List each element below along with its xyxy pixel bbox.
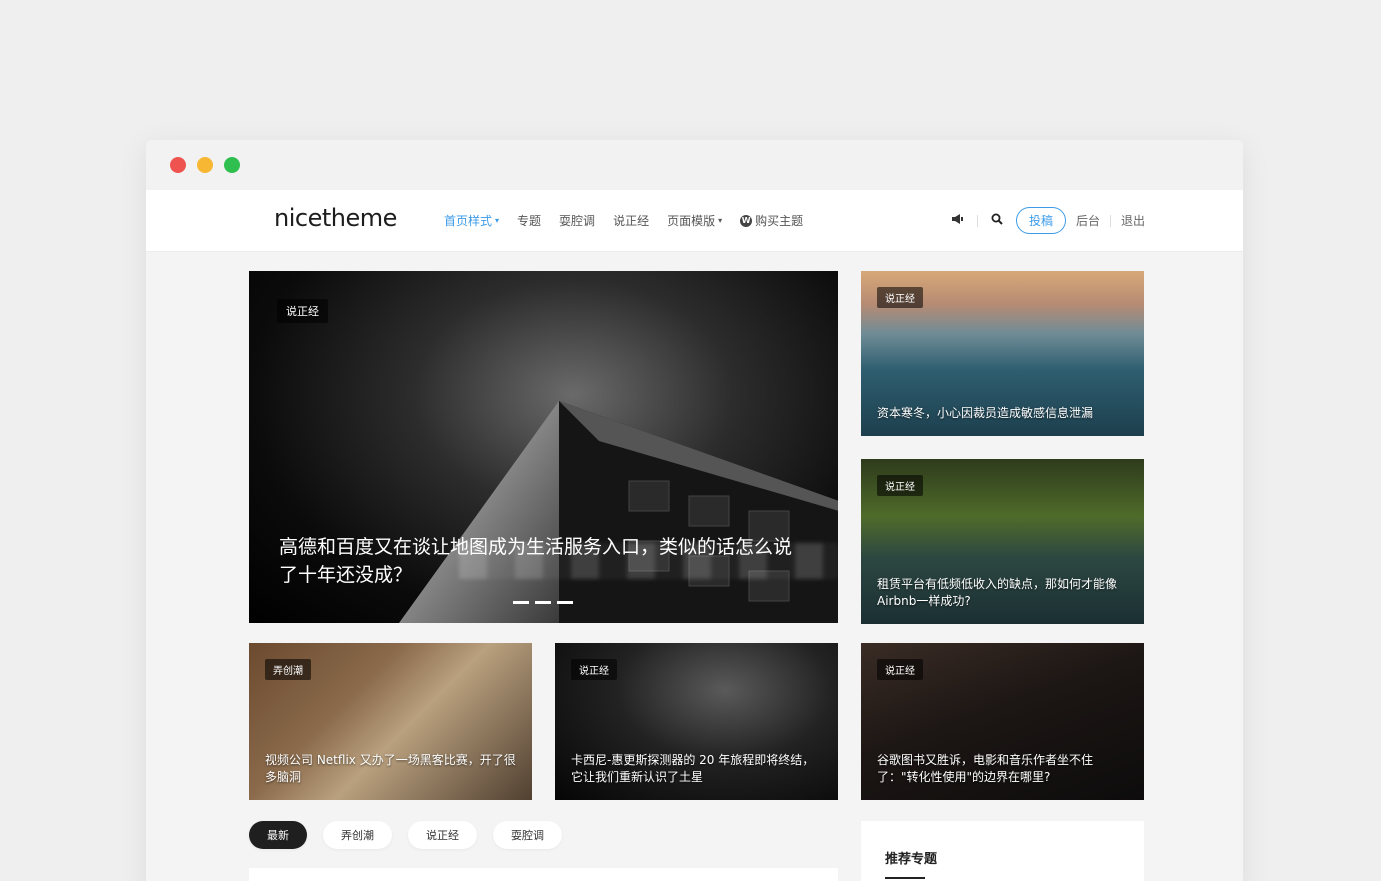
menu-item-home-styles[interactable]: 首页样式 ▾ — [444, 212, 499, 229]
menu-item-label: 页面模版 — [667, 214, 716, 228]
divider — [885, 877, 925, 879]
category-tag[interactable]: 说正经 — [877, 659, 923, 680]
window-titlebar — [146, 140, 1243, 190]
slider-dot[interactable] — [535, 601, 551, 604]
menu-item-page-templates[interactable]: 页面模版 ▾ — [667, 212, 722, 229]
post-title[interactable]: 租赁平台有低频低收入的缺点，那如何才能像 Airbnb一样成功? — [877, 576, 1128, 610]
menu-item-buy-theme[interactable]: W 购买主题 — [740, 212, 803, 229]
hero-slider[interactable]: 说正经 高德和百度又在谈让地图成为生活服务入口，类似的话怎么说了十年还没成？ — [249, 271, 838, 623]
category-tag[interactable]: 说正经 — [877, 475, 923, 496]
post-card[interactable]: 说正经 谷歌图书又胜诉，电影和音乐作者坐不住了："转化性使用"的边界在哪里? — [861, 643, 1144, 800]
recommended-topics-widget: 推荐专题 — [861, 821, 1144, 881]
menu-item-label: 专题 — [517, 214, 542, 228]
tab-nongchuangchao[interactable]: 弄创潮 — [323, 821, 392, 849]
menu-item-label: 说正经 — [613, 214, 650, 228]
post-card[interactable]: 说正经 卡西尼-惠更斯探测器的 20 年旅程即将终结，它让我们重新认识了土星 — [555, 643, 838, 800]
site-logo[interactable]: nicetheme — [274, 204, 397, 232]
maximize-window-button[interactable] — [224, 157, 240, 173]
minimize-window-button[interactable] — [197, 157, 213, 173]
tab-shuaqiangdiao[interactable]: 耍腔调 — [493, 821, 562, 849]
slider-dot[interactable] — [557, 601, 573, 604]
filter-tabs: 最新 弄创潮 说正经 耍腔调 — [249, 821, 562, 849]
logout-link[interactable]: 退出 — [1121, 212, 1145, 229]
post-card[interactable]: 说正经 租赁平台有低频低收入的缺点，那如何才能像 Airbnb一样成功? — [861, 459, 1144, 624]
divider — [1109, 214, 1111, 227]
menu-item-label: 购买主题 — [755, 214, 804, 228]
chevron-down-icon: ▾ — [495, 216, 500, 225]
submit-post-button[interactable]: 投稿 — [1015, 207, 1066, 234]
divider — [976, 214, 978, 227]
tab-shuozhengjing[interactable]: 说正经 — [408, 821, 477, 849]
category-tag[interactable]: 说正经 — [277, 299, 328, 323]
post-title[interactable]: 谷歌图书又胜诉，电影和音乐作者坐不住了："转化性使用"的边界在哪里? — [877, 752, 1128, 786]
site-navbar: nicetheme 首页样式 ▾ 专题 耍腔调 说正经 页面模版 ▾ W 购买主… — [146, 190, 1243, 252]
post-title[interactable]: 资本寒冬，小心因裁员造成敏感信息泄漏 — [877, 405, 1128, 422]
widget-title: 推荐专题 — [885, 852, 938, 867]
menu-item-shuaqiangdiao[interactable]: 耍腔调 — [559, 212, 595, 229]
header-tools: 投稿 后台 退出 — [949, 207, 1145, 234]
category-tag[interactable]: 弄创潮 — [265, 659, 311, 680]
menu-item-topics[interactable]: 专题 — [517, 212, 541, 229]
menu-item-label: 首页样式 — [444, 214, 493, 228]
menu-item-shuozhengjing[interactable]: 说正经 — [613, 212, 649, 229]
wordpress-icon: W — [740, 214, 753, 227]
tab-latest[interactable]: 最新 — [249, 821, 307, 849]
post-list-container — [249, 868, 838, 881]
admin-link[interactable]: 后台 — [1076, 212, 1100, 229]
slider-dot[interactable] — [513, 601, 529, 604]
close-window-button[interactable] — [170, 157, 186, 173]
browser-window: nicetheme 首页样式 ▾ 专题 耍腔调 说正经 页面模版 ▾ W 购买主… — [146, 140, 1243, 881]
search-icon[interactable] — [988, 213, 1006, 228]
chevron-down-icon: ▾ — [718, 216, 723, 225]
blurred-overlay — [459, 543, 838, 579]
post-title[interactable]: 卡西尼-惠更斯探测器的 20 年旅程即将终结，它让我们重新认识了土星 — [571, 752, 822, 786]
megaphone-icon[interactable] — [949, 213, 967, 228]
main-menu: 首页样式 ▾ 专题 耍腔调 说正经 页面模版 ▾ W 购买主题 — [444, 212, 803, 229]
slider-dots — [513, 601, 573, 604]
category-tag[interactable]: 说正经 — [877, 287, 923, 308]
post-card[interactable]: 弄创潮 视频公司 Netflix 又办了一场黑客比赛，开了很多脑洞 — [249, 643, 532, 800]
category-tag[interactable]: 说正经 — [571, 659, 617, 680]
menu-item-label: 耍腔调 — [559, 214, 596, 228]
post-title[interactable]: 视频公司 Netflix 又办了一场黑客比赛，开了很多脑洞 — [265, 752, 516, 786]
post-card[interactable]: 说正经 资本寒冬，小心因裁员造成敏感信息泄漏 — [861, 271, 1144, 436]
